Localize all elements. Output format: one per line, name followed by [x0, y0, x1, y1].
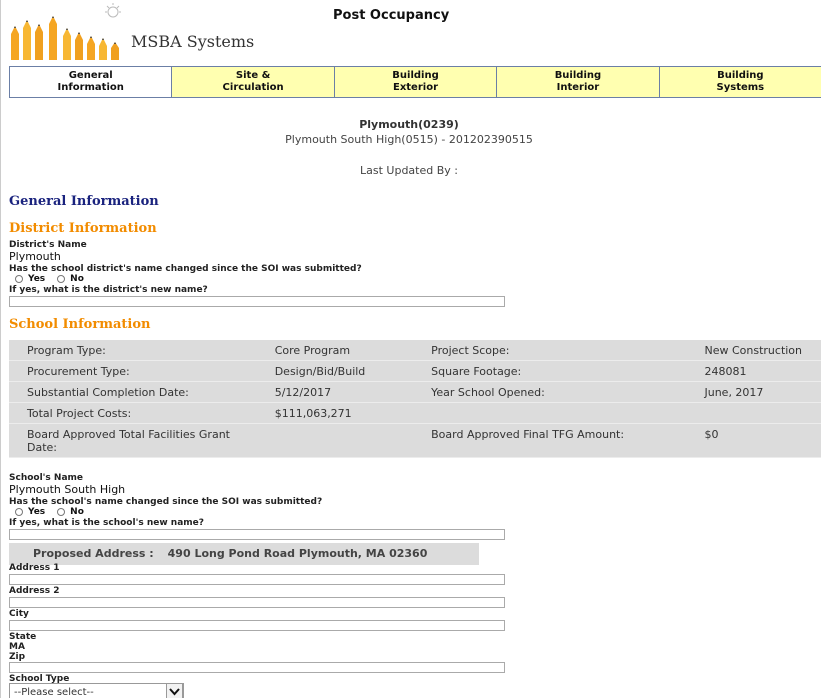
school-name-changed-question: Has the school's name changed since the … [9, 497, 323, 507]
zip-input[interactable] [9, 662, 505, 673]
info-label: Total Project Costs: [9, 402, 269, 424]
zip-label: Zip [9, 652, 26, 662]
general-information-heading: General Information [9, 194, 159, 209]
logo-text: MSBA Systems [131, 32, 255, 51]
address2-input[interactable] [9, 597, 505, 608]
info-value: 5/12/2017 [268, 381, 422, 403]
radio-icon [57, 508, 66, 516]
page: MSBA Systems Post Occupancy General Info… [0, 0, 821, 698]
school-new-name-input[interactable] [9, 529, 505, 540]
info-label: Procurement Type: [9, 360, 269, 382]
tab-building-exterior[interactable]: Building Exterior [334, 67, 498, 97]
pencils-icon [11, 3, 121, 60]
school-name-changed-radios: Yes No [15, 507, 84, 517]
tab-label: General [68, 70, 113, 81]
page-title: Post Occupancy [333, 8, 450, 23]
radio-icon [15, 275, 23, 283]
info-value: New Construction [686, 340, 821, 361]
school-changed-no-radio[interactable]: No [57, 507, 84, 517]
radio-icon [15, 508, 23, 516]
info-label: Board Approved Final TFG Amount: [421, 423, 687, 458]
tab-label: Building [554, 70, 602, 81]
pencils-logo: MSBA Systems [9, 2, 289, 60]
district-new-name-input[interactable] [9, 296, 505, 307]
header: MSBA Systems Post Occupancy [1, 0, 821, 66]
district-code: Plymouth(0239) [359, 118, 459, 131]
info-label: Project Scope: [421, 340, 687, 361]
tab-label: Exterior [393, 82, 439, 93]
tab-building-systems[interactable]: Building Systems [659, 67, 821, 97]
proposed-address-value: 490 Long Pond Road Plymouth, MA 02360 [167, 547, 428, 560]
chevron-down-icon [166, 683, 183, 698]
radio-label: Yes [28, 274, 46, 284]
info-label: Program Type: [9, 340, 269, 361]
table-row: Board Approved Total Facilities Grant Da… [9, 423, 821, 458]
tab-label: Building [717, 70, 764, 81]
school-information-heading: School Information [9, 317, 151, 332]
last-updated: Last Updated By : [360, 164, 458, 177]
school-name-value: Plymouth South High [9, 483, 126, 496]
school-changed-yes-radio[interactable]: Yes [15, 507, 45, 517]
tab-label: Systems [716, 82, 765, 93]
state-value: MA [9, 642, 25, 652]
tab-bar: General Information Site & Circulation B… [9, 66, 821, 98]
school-code: Plymouth South High(0515) - 201202390515 [285, 133, 533, 146]
district-name-label: District's Name [9, 240, 87, 250]
info-value: $111,063,271 [268, 402, 422, 424]
table-row: Procurement Type: Design/Bid/Build Square … [9, 360, 821, 382]
info-value [686, 402, 821, 424]
info-value [268, 423, 422, 458]
tab-general-information[interactable]: General Information [10, 67, 173, 97]
info-value: Core Program [268, 340, 422, 361]
tab-label: Interior [556, 82, 600, 93]
state-label: State [9, 632, 37, 642]
info-value: $0 [686, 423, 821, 458]
district-name-value: Plymouth [9, 250, 61, 263]
school-name-label: School's Name [9, 473, 84, 483]
tab-label: Circulation [222, 82, 284, 93]
tab-label: Site & [235, 70, 271, 81]
school-type-selected: --Please select-- [14, 687, 94, 698]
proposed-address-label: Proposed Address : [33, 547, 154, 560]
city-input[interactable] [9, 620, 505, 631]
radio-label: Yes [28, 507, 46, 517]
school-new-name-label: If yes, what is the school's new name? [9, 518, 204, 528]
info-value: Design/Bid/Build [268, 360, 422, 382]
radio-label: No [70, 274, 84, 284]
school-info-table: Program Type: Core Program Project Scope: N… [9, 340, 821, 458]
table-row: Total Project Costs: $111,063,271 [9, 402, 821, 424]
address1-label: Address 1 [9, 563, 60, 573]
tab-label: Information [57, 82, 124, 93]
radio-icon [57, 275, 66, 283]
district-changed-no-radio[interactable]: No [57, 274, 84, 284]
info-value: June, 2017 [686, 381, 821, 403]
tab-building-interior[interactable]: Building Interior [497, 67, 660, 97]
district-name-changed-radios: Yes No [15, 274, 84, 284]
table-row: Substantial Completion Date: 5/12/2017 Yea… [9, 381, 821, 403]
address2-label: Address 2 [9, 586, 60, 596]
district-changed-yes-radio[interactable]: Yes [15, 274, 45, 284]
city-label: City [9, 609, 29, 619]
info-value: 248081 [686, 360, 821, 382]
info-label [421, 402, 687, 424]
district-information-heading: District Information [9, 221, 157, 236]
address1-input[interactable] [9, 574, 505, 585]
tab-label: Building [392, 70, 439, 81]
district-name-changed-question: Has the school district's name changed s… [9, 264, 362, 274]
info-label: Square Footage: [421, 360, 687, 382]
table-row: Program Type: Core Program Project Scope: N… [9, 340, 821, 361]
tab-site-circulation[interactable]: Site & Circulation [172, 67, 335, 97]
radio-label: No [70, 507, 84, 517]
info-label: Year School Opened: [421, 381, 687, 403]
info-label: Substantial Completion Date: [9, 381, 269, 403]
school-type-select[interactable]: --Please select-- [9, 683, 184, 698]
district-new-name-label: If yes, what is the district's new name? [9, 285, 208, 295]
school-info-rows: Program Type: Core Program Project Scope: N… [9, 340, 821, 458]
proposed-address: Proposed Address : 490 Long Pond Road Ply… [9, 543, 479, 565]
info-label: Board Approved Total Facilities Grant Da… [9, 423, 269, 458]
